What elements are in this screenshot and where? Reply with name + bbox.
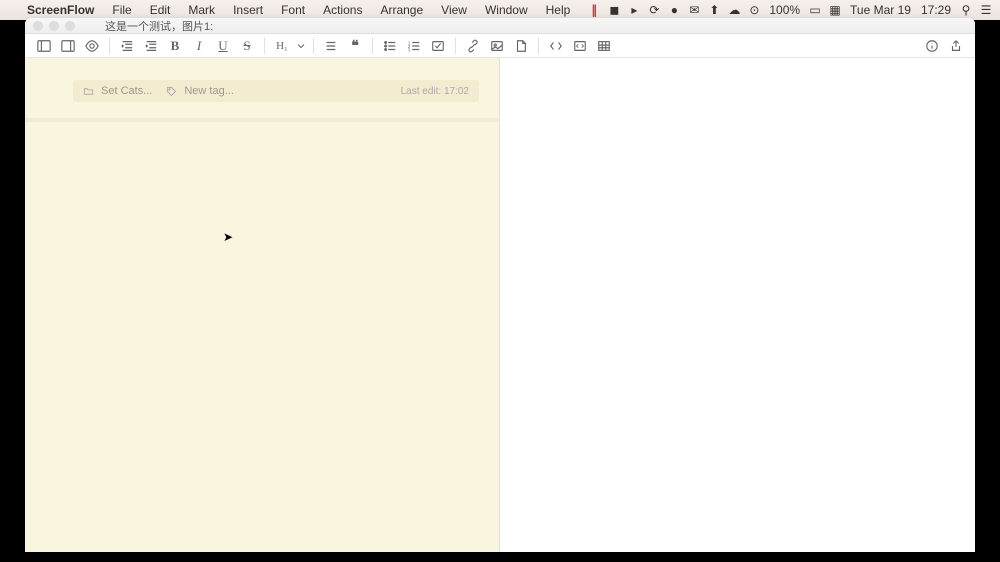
underline-button[interactable]: U: [212, 36, 234, 56]
minimize-button[interactable]: [49, 21, 59, 31]
toggle-sidebar-left-icon[interactable]: [33, 36, 55, 56]
share-icon[interactable]: [945, 36, 967, 56]
document-tab-title[interactable]: 这是一个测试，图片1:: [105, 18, 213, 34]
toolbar-separator: [313, 38, 314, 54]
editor-content: Set Cats... New tag... Last edit: 17:02 …: [25, 58, 975, 552]
input-source-icon[interactable]: ▦: [827, 2, 843, 18]
unordered-list-icon[interactable]: [379, 36, 401, 56]
markdown-editor-pane[interactable]: Set Cats... New tag... Last edit: 17:02 …: [25, 58, 500, 552]
blockquote-button[interactable]: ❝: [344, 36, 366, 56]
window-titlebar: 这是一个测试，图片1:: [25, 18, 975, 34]
toolbar-separator: [538, 38, 539, 54]
outdent-icon[interactable]: [116, 36, 138, 56]
attachment-icon[interactable]: [510, 36, 532, 56]
notification-icon[interactable]: ●: [666, 2, 682, 18]
maximize-button[interactable]: [65, 21, 75, 31]
document-meta-bar: Set Cats... New tag... Last edit: 17:02: [73, 80, 479, 102]
menu-insert[interactable]: Insert: [224, 3, 272, 17]
heading-dropdown-icon[interactable]: [295, 36, 307, 56]
last-edit-time: Last edit: 17:02: [401, 86, 469, 97]
indent-icon[interactable]: [140, 36, 162, 56]
record-icon[interactable]: ▸: [626, 2, 642, 18]
code-icon[interactable]: [545, 36, 567, 56]
wifi-icon[interactable]: ⊙: [746, 2, 762, 18]
link-icon[interactable]: [462, 36, 484, 56]
menubar-time: 17:29: [918, 3, 954, 17]
chat-icon[interactable]: ✉: [686, 2, 702, 18]
close-button[interactable]: [33, 21, 43, 31]
info-icon[interactable]: [921, 36, 943, 56]
image-icon[interactable]: [486, 36, 508, 56]
toolbar-separator: [372, 38, 373, 54]
toggle-sidebar-right-icon[interactable]: [57, 36, 79, 56]
battery-percent: 100%: [766, 3, 803, 17]
folder-icon[interactable]: [83, 85, 95, 97]
menubar-status-area: ∥ ◼ ▸ ⟳ ● ✉ ⬆ ☁ ⊙ 100% ▭ ▦ Tue Mar 19 17…: [586, 2, 994, 18]
record-pause-icon[interactable]: ∥: [586, 2, 602, 18]
editor-toolbar: B I U S H₁ ❝ 123: [25, 34, 975, 58]
ordered-list-icon[interactable]: 123: [403, 36, 425, 56]
app-icon[interactable]: ⬆: [706, 2, 722, 18]
svg-text:3: 3: [408, 47, 411, 52]
battery-icon[interactable]: ▭: [807, 2, 823, 18]
menu-arrange[interactable]: Arrange: [371, 3, 432, 17]
macos-menubar: ScreenFlow File Edit Mark Insert Font Ac…: [0, 0, 1000, 20]
toolbar-separator: [109, 38, 110, 54]
control-center-icon[interactable]: ☰: [978, 2, 994, 18]
sync-icon[interactable]: ⟳: [646, 2, 662, 18]
strikethrough-button[interactable]: S: [236, 36, 258, 56]
app-name[interactable]: ScreenFlow: [18, 3, 103, 17]
preview-pane: [500, 58, 975, 552]
menubar-date: Tue Mar 19: [847, 3, 914, 17]
set-categories-button[interactable]: Set Cats...: [101, 85, 152, 97]
menu-window[interactable]: Window: [476, 3, 537, 17]
menu-file[interactable]: File: [103, 3, 140, 17]
heading-button[interactable]: H₁: [271, 36, 293, 56]
italic-button[interactable]: I: [188, 36, 210, 56]
spotlight-icon[interactable]: ⚲: [958, 2, 974, 18]
tag-icon[interactable]: [166, 85, 178, 97]
menu-view[interactable]: View: [432, 3, 476, 17]
new-tag-button[interactable]: New tag...: [184, 85, 234, 97]
menu-help[interactable]: Help: [537, 3, 580, 17]
bold-button[interactable]: B: [164, 36, 186, 56]
menu-font[interactable]: Font: [272, 3, 314, 17]
table-icon[interactable]: [593, 36, 615, 56]
preview-icon[interactable]: [81, 36, 103, 56]
menu-edit[interactable]: Edit: [141, 3, 180, 17]
checklist-icon[interactable]: [427, 36, 449, 56]
cloud-icon[interactable]: ☁: [726, 2, 742, 18]
editor-window: 这是一个测试，图片1: B I U S H₁ ❝: [25, 18, 975, 552]
stop-icon[interactable]: ◼: [606, 2, 622, 18]
toolbar-separator: [264, 38, 265, 54]
paragraph-icon[interactable]: [320, 36, 342, 56]
editor-cursor-line[interactable]: [25, 118, 499, 122]
mouse-cursor-icon: ➤: [223, 230, 233, 244]
menu-mark[interactable]: Mark: [179, 3, 224, 17]
toolbar-separator: [455, 38, 456, 54]
menu-actions[interactable]: Actions: [314, 3, 371, 17]
code-block-icon[interactable]: [569, 36, 591, 56]
